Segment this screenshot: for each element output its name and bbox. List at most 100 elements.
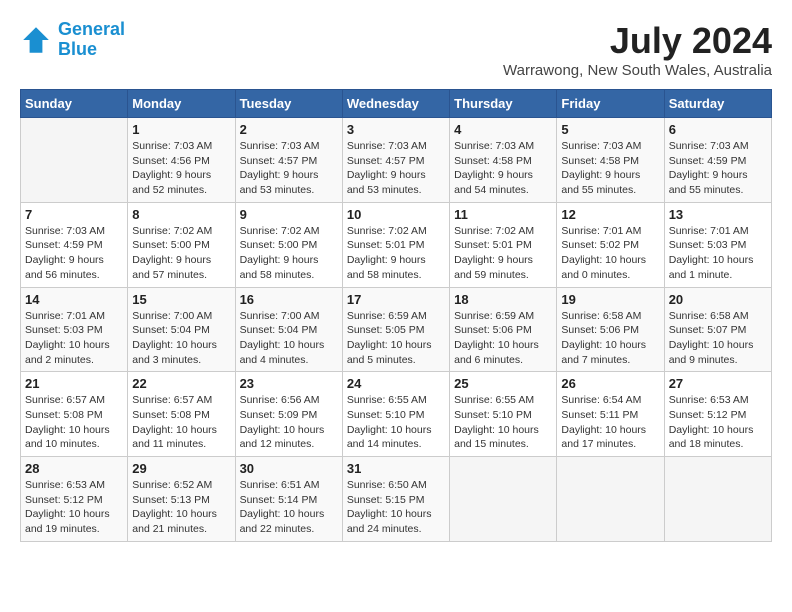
day-info: Sunrise: 6:52 AMSunset: 5:13 PMDaylight:…	[132, 478, 230, 537]
day-info: Sunrise: 7:02 AMSunset: 5:01 PMDaylight:…	[347, 224, 445, 283]
day-number: 13	[669, 207, 767, 222]
day-info: Sunrise: 6:55 AMSunset: 5:10 PMDaylight:…	[347, 393, 445, 452]
calendar-cell: 2 Sunrise: 7:03 AMSunset: 4:57 PMDaylight…	[235, 118, 342, 203]
week-row-4: 21Sunrise: 6:57 AMSunset: 5:08 PMDayligh…	[21, 372, 772, 457]
title-area: July 2024 Warrawong, New South Wales, Au…	[503, 20, 772, 79]
header-day-thursday: Thursday	[450, 90, 557, 118]
logo-text: General Blue	[58, 20, 125, 60]
calendar-cell: 20 Sunrise: 6:58 AMSunset: 5:07 PMDayligh…	[664, 287, 771, 372]
day-number: 8	[132, 207, 230, 222]
day-info: Sunrise: 7:03 AMSunset: 4:57 PMDaylight:…	[240, 139, 338, 198]
day-number: 28	[25, 461, 123, 476]
calendar-cell: 19 Sunrise: 6:58 AMSunset: 5:06 PMDayligh…	[557, 287, 664, 372]
day-number: 4	[454, 122, 552, 137]
day-info: Sunrise: 6:57 AMSunset: 5:08 PMDaylight:…	[132, 393, 230, 452]
header-day-tuesday: Tuesday	[235, 90, 342, 118]
calendar-cell: 22 Sunrise: 6:57 AMSunset: 5:08 PMDayligh…	[128, 372, 235, 457]
calendar-cell: 25 Sunrise: 6:55 AMSunset: 5:10 PMDayligh…	[450, 372, 557, 457]
calendar-cell: 4 Sunrise: 7:03 AMSunset: 4:58 PMDaylight…	[450, 118, 557, 203]
day-info: Sunrise: 6:59 AMSunset: 5:05 PMDaylight:…	[347, 309, 445, 368]
week-row-2: 7 Sunrise: 7:03 AMSunset: 4:59 PMDaylight…	[21, 202, 772, 287]
day-number: 25	[454, 376, 552, 391]
calendar-cell: 23Sunrise: 6:56 AMSunset: 5:09 PMDayligh…	[235, 372, 342, 457]
month-title: July 2024	[503, 20, 772, 62]
calendar-cell: 8 Sunrise: 7:02 AMSunset: 5:00 PMDaylight…	[128, 202, 235, 287]
week-row-1: 1Sunrise: 7:03 AMSunset: 4:56 PMDaylight…	[21, 118, 772, 203]
calendar-cell: 10 Sunrise: 7:02 AMSunset: 5:01 PMDayligh…	[342, 202, 449, 287]
calendar-cell: 29 Sunrise: 6:52 AMSunset: 5:13 PMDayligh…	[128, 457, 235, 542]
day-info: Sunrise: 7:00 AMSunset: 5:04 PMDaylight:…	[132, 309, 230, 368]
day-info: Sunrise: 7:03 AMSunset: 4:58 PMDaylight:…	[454, 139, 552, 198]
day-number: 7	[25, 207, 123, 222]
day-info: Sunrise: 7:02 AMSunset: 5:01 PMDaylight:…	[454, 224, 552, 283]
day-number: 30	[240, 461, 338, 476]
day-info: Sunrise: 7:01 AMSunset: 5:02 PMDaylight:…	[561, 224, 659, 283]
calendar-cell: 11 Sunrise: 7:02 AMSunset: 5:01 PMDayligh…	[450, 202, 557, 287]
calendar-cell: 24 Sunrise: 6:55 AMSunset: 5:10 PMDayligh…	[342, 372, 449, 457]
calendar-cell	[450, 457, 557, 542]
calendar-cell: 1Sunrise: 7:03 AMSunset: 4:56 PMDaylight…	[128, 118, 235, 203]
calendar-cell: 9 Sunrise: 7:02 AMSunset: 5:00 PMDaylight…	[235, 202, 342, 287]
day-info: Sunrise: 7:01 AMSunset: 5:03 PMDaylight:…	[25, 309, 123, 368]
calendar-cell: 5 Sunrise: 7:03 AMSunset: 4:58 PMDaylight…	[557, 118, 664, 203]
calendar-cell: 12 Sunrise: 7:01 AMSunset: 5:02 PMDayligh…	[557, 202, 664, 287]
day-number: 16	[240, 292, 338, 307]
day-number: 9	[240, 207, 338, 222]
calendar-cell: 30 Sunrise: 6:51 AMSunset: 5:14 PMDayligh…	[235, 457, 342, 542]
day-number: 5	[561, 122, 659, 137]
calendar-cell: 27 Sunrise: 6:53 AMSunset: 5:12 PMDayligh…	[664, 372, 771, 457]
logo: General Blue	[20, 20, 125, 60]
day-info: Sunrise: 6:57 AMSunset: 5:08 PMDaylight:…	[25, 393, 123, 452]
day-number: 26	[561, 376, 659, 391]
day-number: 20	[669, 292, 767, 307]
calendar-cell: 28Sunrise: 6:53 AMSunset: 5:12 PMDayligh…	[21, 457, 128, 542]
day-info: Sunrise: 7:02 AMSunset: 5:00 PMDaylight:…	[240, 224, 338, 283]
day-info: Sunrise: 6:58 AMSunset: 5:07 PMDaylight:…	[669, 309, 767, 368]
header-day-sunday: Sunday	[21, 90, 128, 118]
day-info: Sunrise: 7:02 AMSunset: 5:00 PMDaylight:…	[132, 224, 230, 283]
day-info: Sunrise: 7:03 AMSunset: 4:59 PMDaylight:…	[25, 224, 123, 283]
day-number: 14	[25, 292, 123, 307]
day-number: 11	[454, 207, 552, 222]
day-number: 23	[240, 376, 338, 391]
day-number: 3	[347, 122, 445, 137]
day-number: 10	[347, 207, 445, 222]
calendar-cell: 6Sunrise: 7:03 AMSunset: 4:59 PMDaylight…	[664, 118, 771, 203]
calendar-cell: 16Sunrise: 7:00 AMSunset: 5:04 PMDayligh…	[235, 287, 342, 372]
day-number: 19	[561, 292, 659, 307]
day-info: Sunrise: 7:03 AMSunset: 4:58 PMDaylight:…	[561, 139, 659, 198]
logo-icon	[20, 24, 52, 56]
location: Warrawong, New South Wales, Australia	[503, 62, 772, 79]
day-info: Sunrise: 7:01 AMSunset: 5:03 PMDaylight:…	[669, 224, 767, 283]
calendar-cell: 13 Sunrise: 7:01 AMSunset: 5:03 PMDayligh…	[664, 202, 771, 287]
day-info: Sunrise: 6:59 AMSunset: 5:06 PMDaylight:…	[454, 309, 552, 368]
day-number: 31	[347, 461, 445, 476]
header-row: SundayMondayTuesdayWednesdayThursdayFrid…	[21, 90, 772, 118]
header-day-friday: Friday	[557, 90, 664, 118]
calendar-cell: 3Sunrise: 7:03 AMSunset: 4:57 PMDaylight…	[342, 118, 449, 203]
day-number: 24	[347, 376, 445, 391]
header-day-monday: Monday	[128, 90, 235, 118]
day-info: Sunrise: 6:55 AMSunset: 5:10 PMDaylight:…	[454, 393, 552, 452]
day-number: 12	[561, 207, 659, 222]
day-number: 27	[669, 376, 767, 391]
day-info: Sunrise: 6:51 AMSunset: 5:14 PMDaylight:…	[240, 478, 338, 537]
calendar-cell	[664, 457, 771, 542]
day-number: 22	[132, 376, 230, 391]
header-day-saturday: Saturday	[664, 90, 771, 118]
day-info: Sunrise: 6:50 AMSunset: 5:15 PMDaylight:…	[347, 478, 445, 537]
calendar-body: 1Sunrise: 7:03 AMSunset: 4:56 PMDaylight…	[21, 118, 772, 542]
day-number: 29	[132, 461, 230, 476]
day-info: Sunrise: 6:58 AMSunset: 5:06 PMDaylight:…	[561, 309, 659, 368]
calendar-cell: 26Sunrise: 6:54 AMSunset: 5:11 PMDayligh…	[557, 372, 664, 457]
calendar-cell	[21, 118, 128, 203]
calendar: SundayMondayTuesdayWednesdayThursdayFrid…	[20, 89, 772, 542]
header-day-wednesday: Wednesday	[342, 90, 449, 118]
page-header: General Blue July 2024 Warrawong, New So…	[20, 20, 772, 79]
calendar-cell: 15Sunrise: 7:00 AMSunset: 5:04 PMDayligh…	[128, 287, 235, 372]
calendar-cell: 7 Sunrise: 7:03 AMSunset: 4:59 PMDaylight…	[21, 202, 128, 287]
calendar-cell: 14 Sunrise: 7:01 AMSunset: 5:03 PMDayligh…	[21, 287, 128, 372]
day-number: 1	[132, 122, 230, 137]
day-info: Sunrise: 6:53 AMSunset: 5:12 PMDaylight:…	[669, 393, 767, 452]
day-number: 2	[240, 122, 338, 137]
